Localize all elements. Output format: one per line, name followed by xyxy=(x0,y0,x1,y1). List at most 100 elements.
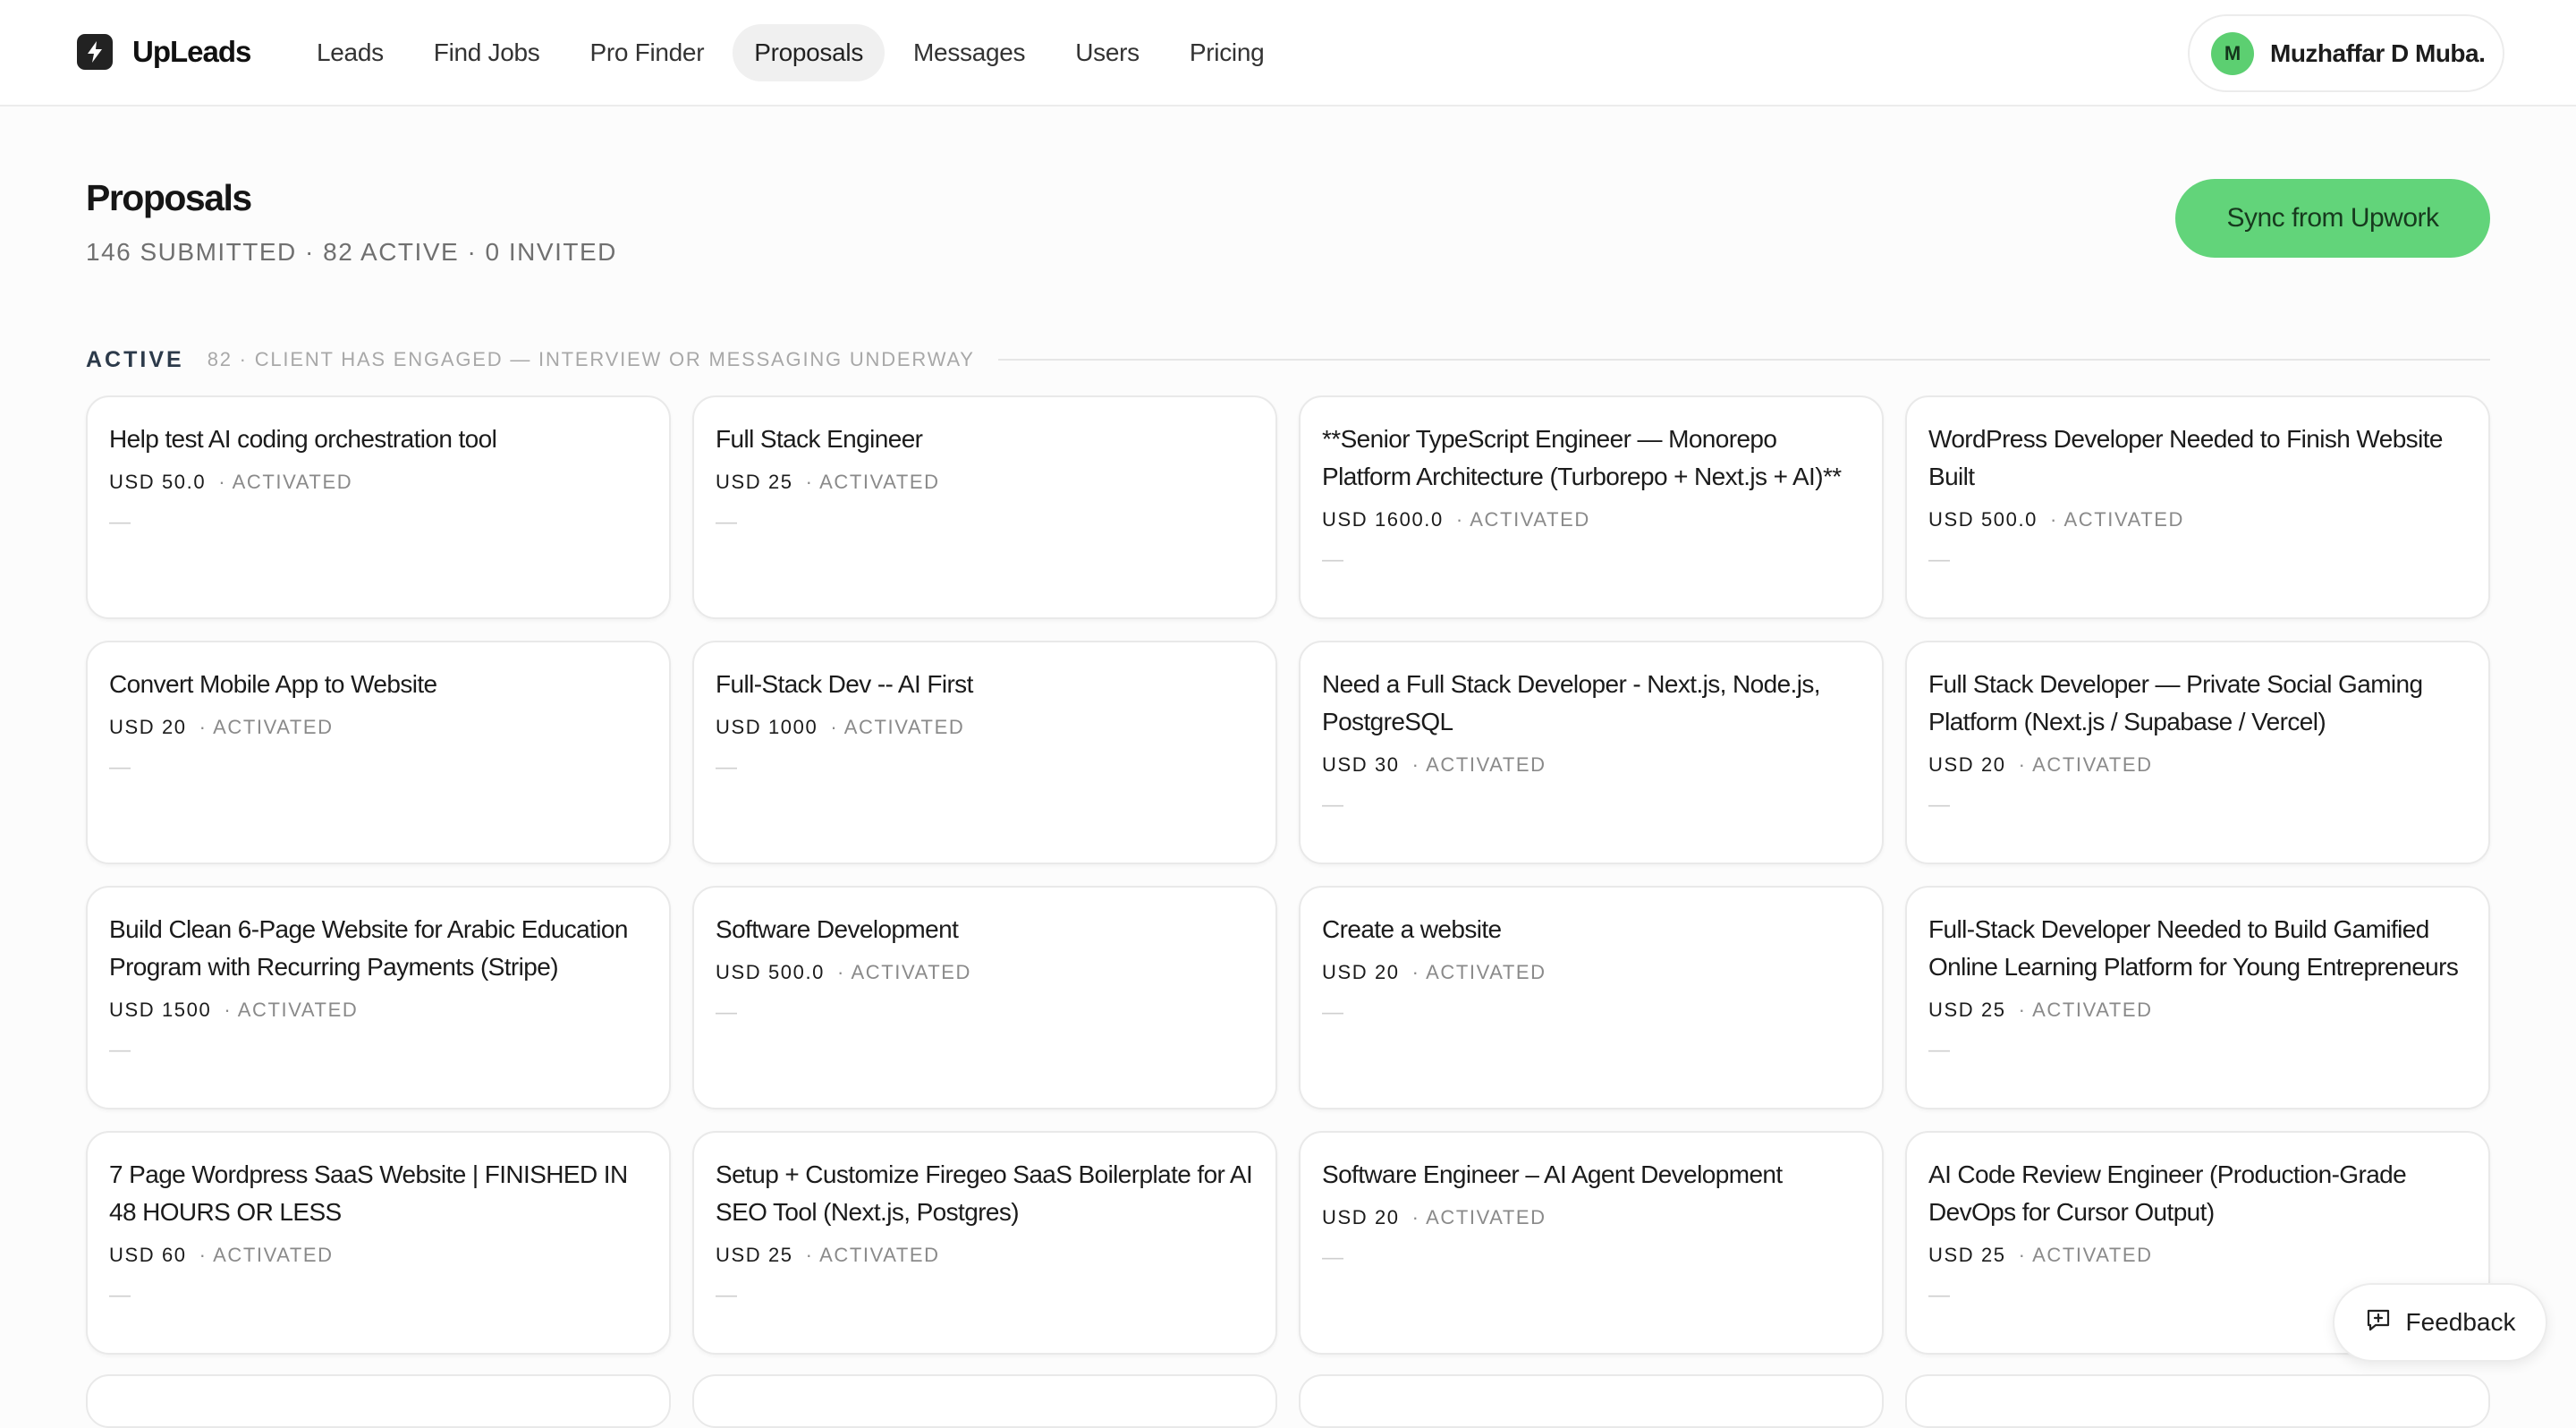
proposal-meta: USD 25 · ACTIVATED xyxy=(1928,999,2467,1022)
user-menu-button[interactable]: M Muzhaffar D Muba... xyxy=(2188,14,2504,92)
top-navigation-bar: UpLeads Leads Find Jobs Pro Finder Propo… xyxy=(0,0,2576,106)
proposal-note: — xyxy=(716,755,737,779)
proposal-price: USD 20 xyxy=(1322,1206,1400,1228)
proposal-meta: USD 20 · ACTIVATED xyxy=(1928,753,2467,777)
sync-from-upwork-button[interactable]: Sync from Upwork xyxy=(2175,179,2490,258)
proposal-card-row-partial xyxy=(86,1374,2490,1428)
proposal-card[interactable]: 7 Page Wordpress SaaS Website | FINISHED… xyxy=(86,1131,671,1355)
nav-item-proposals[interactable]: Proposals xyxy=(733,24,886,81)
proposal-status: · ACTIVATED xyxy=(1455,508,1590,531)
main-nav: Leads Find Jobs Pro Finder Proposals Mes… xyxy=(295,24,1285,81)
section-description: 82 · CLIENT HAS ENGAGED — INTERVIEW OR M… xyxy=(207,348,975,370)
proposal-card[interactable] xyxy=(1299,1374,1884,1428)
proposal-price: USD 500.0 xyxy=(716,961,826,983)
proposal-price: USD 25 xyxy=(1928,1244,2006,1266)
proposal-title: Setup + Customize Firegeo SaaS Boilerpla… xyxy=(716,1160,1253,1226)
proposal-status: · ACTIVATED xyxy=(805,471,940,493)
proposal-price: USD 20 xyxy=(1322,961,1400,983)
proposal-meta: USD 500.0 · ACTIVATED xyxy=(716,961,1254,984)
user-name: Muzhaffar D Muba... xyxy=(2270,38,2485,67)
proposal-card[interactable] xyxy=(86,1374,671,1428)
app-logo[interactable]: UpLeads xyxy=(77,34,251,70)
avatar: M xyxy=(2211,31,2254,75)
nav-item-find-jobs[interactable]: Find Jobs xyxy=(412,24,562,81)
proposal-status: · ACTIVATED xyxy=(218,471,353,493)
proposal-card[interactable]: Full Stack Developer — Private Social Ga… xyxy=(1905,641,2490,864)
proposal-price: USD 60 xyxy=(109,1244,187,1266)
proposal-note: — xyxy=(1928,793,1950,817)
proposal-card[interactable]: Build Clean 6-Page Website for Arabic Ed… xyxy=(86,886,671,1109)
proposal-status: · ACTIVATED xyxy=(837,961,972,983)
proposal-note: — xyxy=(716,1000,737,1024)
proposal-title: Full-Stack Dev -- AI First xyxy=(716,670,973,698)
page-title: Proposals xyxy=(86,177,252,218)
nav-item-leads[interactable]: Leads xyxy=(295,24,405,81)
proposal-meta: USD 25 · ACTIVATED xyxy=(1928,1244,2467,1267)
proposal-title: Build Clean 6-Page Website for Arabic Ed… xyxy=(109,915,628,981)
proposal-title: Convert Mobile App to Website xyxy=(109,670,437,698)
proposal-meta: USD 60 · ACTIVATED xyxy=(109,1244,648,1267)
proposal-title: Create a website xyxy=(1322,915,1502,943)
proposal-note: — xyxy=(109,755,131,779)
proposal-status: · ACTIVATED xyxy=(2018,1244,2153,1266)
proposal-card[interactable]: Full-Stack Developer Needed to Build Gam… xyxy=(1905,886,2490,1109)
feedback-button[interactable]: Feedback xyxy=(2333,1283,2547,1362)
nav-item-pro-finder[interactable]: Pro Finder xyxy=(569,24,726,81)
proposal-note: — xyxy=(1322,1000,1343,1024)
proposal-status: · ACTIVATED xyxy=(1411,753,1546,776)
proposal-card[interactable] xyxy=(1905,1374,2490,1428)
proposal-meta: USD 1000 · ACTIVATED xyxy=(716,716,1254,739)
proposal-status: · ACTIVATED xyxy=(1411,961,1546,983)
nav-item-pricing[interactable]: Pricing xyxy=(1168,24,1286,81)
proposal-status: · ACTIVATED xyxy=(805,1244,940,1266)
proposal-meta: USD 1600.0 · ACTIVATED xyxy=(1322,508,1860,531)
proposal-card[interactable]: Create a website USD 20 · ACTIVATED — xyxy=(1299,886,1884,1109)
proposal-card[interactable]: Setup + Customize Firegeo SaaS Boilerpla… xyxy=(692,1131,1277,1355)
proposal-status: · ACTIVATED xyxy=(1411,1206,1546,1228)
proposal-price: USD 25 xyxy=(716,1244,793,1266)
proposal-card[interactable] xyxy=(692,1374,1277,1428)
proposal-card[interactable]: **Senior TypeScript Engineer — Monorepo … xyxy=(1299,395,1884,619)
proposal-card[interactable]: Need a Full Stack Developer - Next.js, N… xyxy=(1299,641,1884,864)
proposal-status: · ACTIVATED xyxy=(199,716,334,738)
app-name: UpLeads xyxy=(132,35,251,68)
proposal-price: USD 1600.0 xyxy=(1322,508,1444,531)
proposal-card[interactable]: WordPress Developer Needed to Finish Web… xyxy=(1905,395,2490,619)
proposal-price: USD 25 xyxy=(1928,999,2006,1021)
nav-item-messages[interactable]: Messages xyxy=(892,24,1046,81)
proposal-note: — xyxy=(1928,548,1950,572)
lightning-icon xyxy=(77,34,113,70)
proposal-title: Full Stack Engineer xyxy=(716,425,923,453)
proposal-status: · ACTIVATED xyxy=(830,716,965,738)
proposal-card[interactable]: Help test AI coding orchestration tool U… xyxy=(86,395,671,619)
proposal-card[interactable]: Software Development USD 500.0 · ACTIVATE… xyxy=(692,886,1277,1109)
section-divider xyxy=(997,359,2490,361)
proposal-title: Software Development xyxy=(716,915,959,943)
proposal-note: — xyxy=(109,1283,131,1307)
proposal-title: 7 Page Wordpress SaaS Website | FINISHED… xyxy=(109,1160,628,1226)
proposal-meta: USD 25 · ACTIVATED xyxy=(716,1244,1254,1267)
proposal-status: · ACTIVATED xyxy=(2018,753,2153,776)
proposal-title: Full-Stack Developer Needed to Build Gam… xyxy=(1928,915,2459,981)
proposal-card[interactable]: Full Stack Engineer USD 25 · ACTIVATED — xyxy=(692,395,1277,619)
proposal-meta: USD 20 · ACTIVATED xyxy=(1322,961,1860,984)
proposal-card[interactable]: Software Engineer – AI Agent Development… xyxy=(1299,1131,1884,1355)
proposal-meta: USD 50.0 · ACTIVATED xyxy=(109,471,648,494)
proposal-status: · ACTIVATED xyxy=(224,999,359,1021)
proposal-note: — xyxy=(716,510,737,534)
proposal-meta: USD 1500 · ACTIVATED xyxy=(109,999,648,1022)
proposal-card[interactable]: Full-Stack Dev -- AI First USD 1000 · ACT… xyxy=(692,641,1277,864)
proposal-meta: USD 500.0 · ACTIVATED xyxy=(1928,508,2467,531)
proposal-title: Full Stack Developer — Private Social Ga… xyxy=(1928,670,2423,735)
proposal-card[interactable]: Convert Mobile App to Website USD 20 · AC… xyxy=(86,641,671,864)
section-header-active: ACTIVE 82 · CLIENT HAS ENGAGED — INTERVI… xyxy=(86,344,2490,376)
proposal-title: WordPress Developer Needed to Finish Web… xyxy=(1928,425,2443,490)
nav-item-users[interactable]: Users xyxy=(1054,24,1161,81)
proposal-title: Software Engineer – AI Agent Development xyxy=(1322,1160,1783,1188)
proposal-title: Need a Full Stack Developer - Next.js, N… xyxy=(1322,670,1821,735)
proposal-price: USD 1000 xyxy=(716,716,818,738)
message-plus-icon xyxy=(2365,1306,2392,1339)
proposal-status: · ACTIVATED xyxy=(199,1244,334,1266)
proposal-stats: 146 SUBMITTED · 82 ACTIVE · 0 INVITED xyxy=(86,238,617,266)
proposal-status: · ACTIVATED xyxy=(2018,999,2153,1021)
